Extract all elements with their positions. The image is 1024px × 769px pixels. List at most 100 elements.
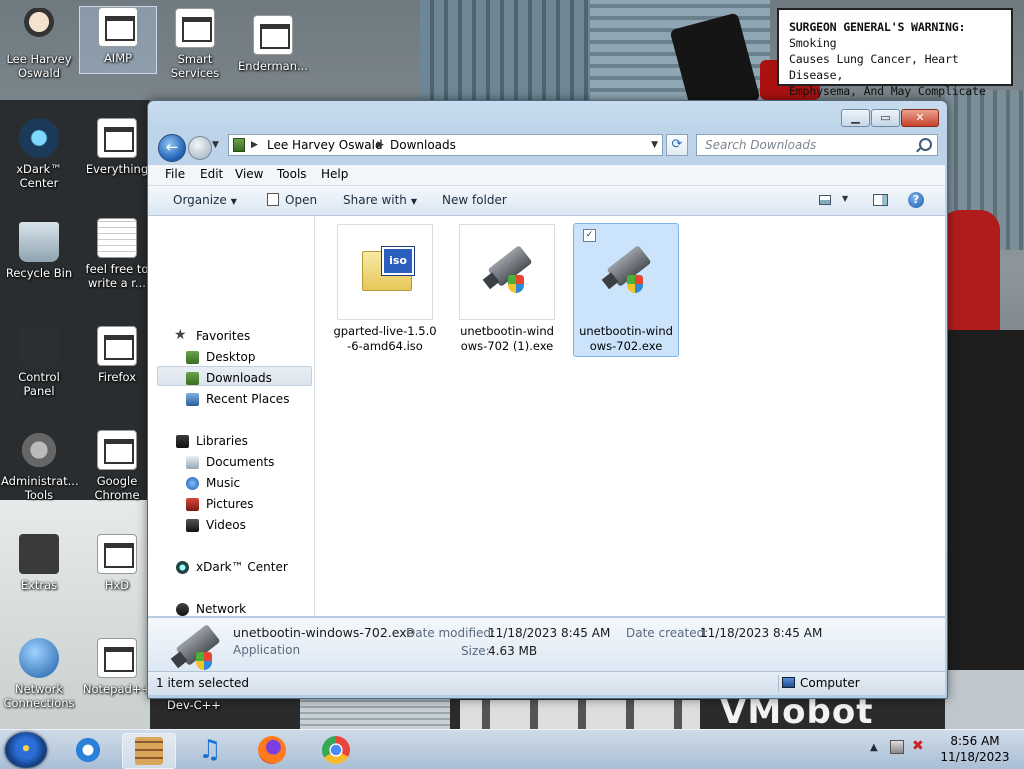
taskbar-internet-explorer[interactable] [62, 733, 114, 767]
desktop-icon-extras[interactable]: Extras [1, 534, 77, 592]
taskbar-file-explorer[interactable] [122, 733, 176, 769]
nav-documents[interactable]: Documents [186, 455, 274, 469]
network-tray-icon[interactable] [890, 740, 904, 754]
wallpaper-speaker [945, 330, 1024, 670]
clock-date: 11/18/2023 [940, 750, 1010, 764]
menu-tools[interactable]: Tools [277, 167, 307, 181]
desktop-icon-smart-services[interactable]: Smart Services [157, 8, 233, 80]
selection-count: 1 item selected [156, 676, 250, 690]
recent-pages-dropdown[interactable]: ▼ [212, 140, 219, 150]
nav-network[interactable]: Network [176, 602, 246, 616]
desktop-icon-everything[interactable]: Everything [79, 118, 155, 176]
nav-libraries[interactable]: Libraries [176, 434, 248, 448]
xdark-icon [176, 561, 189, 574]
explorer-window[interactable]: ▁ ▭ ✕ ← ▼ ▶ Lee Harvey Oswald ▶ Download… [147, 100, 948, 699]
new-folder-button[interactable]: New folder [442, 193, 507, 207]
breadcrumb-lee-harvey-oswald[interactable]: Lee Harvey Oswald [267, 135, 383, 155]
menu-view[interactable]: View [235, 167, 263, 181]
file-item[interactable]: unetbootin-wind ows-702 (1).exe [455, 224, 559, 354]
preview-pane-icon[interactable] [873, 194, 888, 206]
surgeon-general-warning: SURGEON GENERAL'S WARNING: Smoking Cause… [777, 8, 1013, 114]
nav-libraries-label: Libraries [196, 434, 248, 448]
address-bar[interactable]: ▶ Lee Harvey Oswald ▶ Downloads ▼ [228, 134, 663, 156]
nav-desktop[interactable]: Desktop [186, 350, 256, 364]
desktop-icon-admin-tools[interactable]: Administrat... Tools [1, 430, 79, 502]
maximize-button[interactable]: ▭ [871, 109, 900, 127]
desktop-icon-hxd[interactable]: HxD [79, 534, 155, 592]
menu-file[interactable]: File [165, 167, 185, 181]
taskbar-chrome[interactable] [310, 733, 362, 767]
nav-pictures[interactable]: Pictures [186, 497, 254, 511]
taskbar: ♫ ▲ ✖ 8:56 AM 11/18/2023 [0, 729, 1024, 769]
desktop-icon-dev-cpp[interactable]: Dev-C++ [156, 698, 232, 712]
desktop-icon-label: Everything [85, 162, 149, 176]
file-thumbnail [459, 224, 555, 320]
forward-button[interactable] [188, 136, 212, 160]
nav-music[interactable]: Music [186, 476, 240, 490]
menu-help[interactable]: Help [321, 167, 348, 181]
menu-edit[interactable]: Edit [200, 167, 223, 181]
file-item-selected[interactable]: ✓ unetbootin-wind ows-702.exe [573, 223, 679, 357]
desktop-icon-aimp[interactable]: AIMP [79, 6, 157, 74]
nav-pictures-label: Pictures [206, 497, 254, 511]
desktop-icon-lee-harvey-oswald[interactable]: Lee Harvey Oswald [1, 8, 77, 80]
desktop-icon-google-chrome[interactable]: Google Chrome [79, 430, 155, 502]
taskbar-firefox[interactable] [246, 733, 298, 767]
file-item[interactable]: iso gparted-live-1.5.0 -6-amd64.iso [333, 224, 437, 354]
network-icon [176, 603, 189, 616]
address-dropdown[interactable]: ▼ [651, 135, 658, 155]
help-icon[interactable]: ? [908, 192, 924, 208]
share-with-button[interactable]: Share with ▼ [343, 193, 417, 207]
refresh-button[interactable]: ⟳ [666, 134, 688, 156]
desktop-icon-enderman[interactable]: Enderman... [235, 15, 311, 73]
firefox-icon [97, 326, 137, 366]
desktop-icon-text-file[interactable]: feel free to write a r... [79, 218, 155, 290]
nav-recent-places[interactable]: Recent Places [186, 392, 290, 406]
volume-muted-icon[interactable]: ✖ [912, 738, 924, 754]
breadcrumb-downloads[interactable]: Downloads [390, 135, 456, 155]
minimize-button[interactable]: ▁ [841, 109, 870, 127]
selection-checkbox[interactable]: ✓ [583, 229, 596, 242]
desktop-icon-network-connections[interactable]: Network Connections [1, 638, 77, 710]
search-input[interactable]: Search Downloads [696, 134, 938, 156]
open-button[interactable]: Open [285, 193, 317, 207]
nav-videos[interactable]: Videos [186, 518, 246, 532]
text-document-icon [97, 218, 137, 258]
close-button[interactable]: ✕ [901, 109, 939, 127]
file-name-line: unetbootin-wind [460, 324, 554, 338]
organize-button[interactable]: Organize ▼ [173, 193, 237, 207]
back-button[interactable]: ← [158, 134, 186, 162]
chrome-icon [322, 736, 350, 764]
desktop-icon-xdark-center[interactable]: xDark™ Center [1, 118, 77, 190]
nav-xdark-center[interactable]: xDark™ Center [176, 560, 288, 574]
application-icon [175, 624, 221, 670]
search-icon[interactable] [919, 138, 932, 151]
desktop-icon-firefox[interactable]: Firefox [79, 326, 155, 384]
nav-favorites-label: Favorites [196, 329, 251, 343]
desktop-icon-control-panel[interactable]: Control Panel [1, 326, 77, 398]
nav-recent-label: Recent Places [206, 392, 290, 406]
details-file-type: Application [233, 643, 301, 657]
nav-favorites[interactable]: ★ Favorites [174, 327, 251, 343]
system-clock[interactable]: 8:56 AM 11/18/2023 [935, 733, 1015, 765]
desktop-icon-label: Enderman... [238, 59, 308, 73]
date-modified-value: 11/18/2023 8:45 AM [488, 626, 611, 640]
taskbar-music-player[interactable]: ♫ [184, 733, 236, 767]
desktop-icon-recycle-bin[interactable]: Recycle Bin [1, 222, 77, 280]
desktop-icon-label: Google Chrome [94, 474, 140, 502]
chevron-right-icon[interactable]: ▶ [377, 135, 384, 155]
music-note-icon: ♫ [198, 735, 222, 765]
file-list[interactable]: iso gparted-live-1.5.0 -6-amd64.iso unet… [315, 216, 945, 616]
videos-icon [186, 519, 199, 532]
desktop-icon-label: Lee Harvey Oswald [6, 52, 72, 80]
view-dropdown[interactable]: ▼ [842, 194, 848, 203]
nav-downloads[interactable]: Downloads [186, 371, 272, 385]
show-hidden-icons[interactable]: ▲ [870, 742, 878, 753]
file-name-line: ows-702 (1).exe [460, 339, 554, 353]
desktop-icon-notepad-plus-plus[interactable]: Notepad++ [79, 638, 155, 696]
desktop-icon-label: HxD [104, 578, 130, 592]
chevron-right-icon[interactable]: ▶ [251, 135, 258, 155]
admin-tools-icon [19, 430, 59, 470]
start-button[interactable] [5, 732, 47, 768]
change-view-icon[interactable] [819, 195, 831, 205]
